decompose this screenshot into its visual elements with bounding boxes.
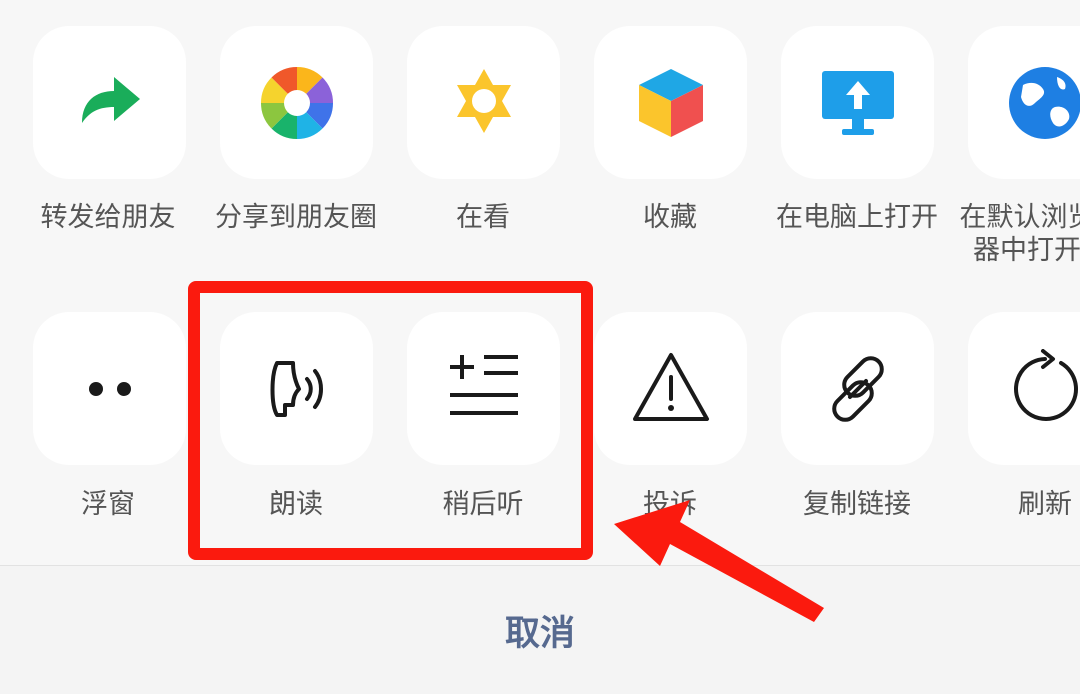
share-item-label: 在电脑上打开 [764, 201, 950, 234]
open-on-computer-icon [818, 63, 898, 143]
share-item-moments-tile[interactable] [220, 26, 373, 179]
copy-link-icon [818, 349, 898, 429]
browser-globe-icon [1005, 63, 1080, 143]
forward-arrow-icon [70, 63, 150, 143]
red-arrow-icon [600, 500, 840, 630]
share-item-label: 刷新 [952, 488, 1080, 521]
share-item-float-window-tile[interactable] [33, 312, 186, 465]
refresh-icon [1005, 349, 1080, 429]
share-item-label: 在看 [390, 201, 576, 234]
wow-star-icon [444, 63, 524, 143]
moments-aperture-icon [257, 63, 337, 143]
share-item-label: 收藏 [577, 201, 763, 234]
share-item-label: 浮窗 [15, 488, 201, 521]
share-item-favorites-tile[interactable] [594, 26, 747, 179]
highlight-box [188, 281, 593, 560]
share-item-forward-tile[interactable] [33, 26, 186, 179]
share-item-label: 转发给朋友 [15, 201, 201, 234]
share-item-open-on-computer-tile[interactable] [781, 26, 934, 179]
share-item-label: 分享到朋友圈 [203, 201, 389, 234]
share-item-label: 在默认浏览器中打开 [952, 201, 1080, 267]
float-window-icon [70, 349, 150, 429]
complain-warning-icon [631, 349, 711, 429]
share-item-copy-link-tile[interactable] [781, 312, 934, 465]
share-item-refresh-tile[interactable] [968, 312, 1080, 465]
cancel-button[interactable]: 取消 [0, 606, 1080, 662]
share-item-open-in-browser-tile[interactable] [968, 26, 1080, 179]
share-item-wow-tile[interactable] [407, 26, 560, 179]
share-item-complain-tile[interactable] [594, 312, 747, 465]
favorites-cube-icon [631, 63, 711, 143]
